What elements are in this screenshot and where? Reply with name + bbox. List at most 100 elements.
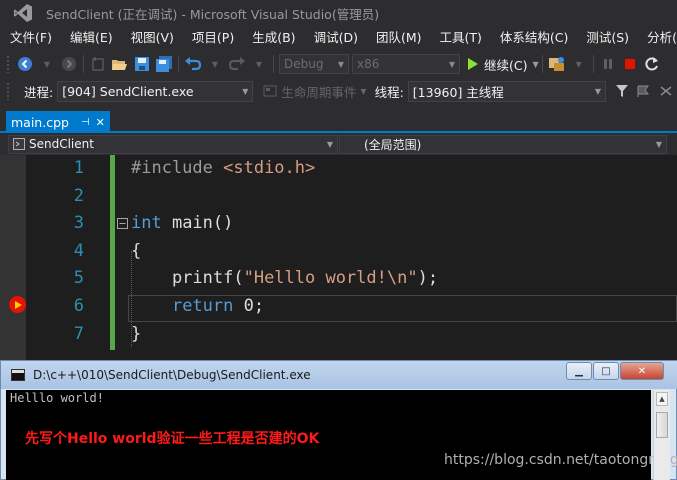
platform-value: x86 [357, 57, 380, 71]
pin-icon[interactable]: ⊣ [81, 117, 90, 128]
menu-analyze[interactable]: 分析(N) [638, 27, 677, 49]
scroll-up-icon[interactable]: ▲ [656, 392, 668, 406]
code-text: } [131, 323, 142, 344]
filter-icon[interactable] [612, 80, 632, 102]
dropdown-arrow-icon[interactable]: ▼ [569, 53, 589, 75]
chevron-down-icon: ▼ [655, 139, 662, 149]
chevron-down-icon: ▼ [337, 59, 344, 69]
line-number: 5 [73, 268, 84, 289]
maximize-button[interactable]: □ [593, 362, 619, 380]
chevron-down-icon: ▼ [532, 59, 539, 69]
code-text: int main() [131, 213, 234, 234]
console-output-area[interactable]: Helllo world! 先写个Hello world验证一些工程是否建的OK… [6, 390, 677, 480]
menu-debug[interactable]: 调试(D) [305, 27, 367, 49]
save-icon[interactable] [132, 53, 152, 75]
menu-edit[interactable]: 编辑(E) [61, 27, 122, 49]
dropdown-arrow-icon[interactable]: ▼ [205, 53, 225, 75]
document-tab-row: main.cpp ⊣ ✕ [0, 111, 677, 133]
code-line[interactable]: 3 int main() [0, 210, 677, 238]
play-icon [468, 58, 478, 70]
watermark-text: https://blog.csdn.net/taotongning [444, 452, 677, 468]
tab-filename: main.cpp [11, 114, 69, 130]
toolbar-grip[interactable] [6, 55, 10, 73]
configuration-value: Debug [284, 57, 324, 71]
stop-icon[interactable] [620, 53, 640, 75]
undo-icon[interactable] [183, 53, 203, 75]
member-value: (全局范围) [364, 137, 422, 152]
line-number: 2 [73, 185, 84, 206]
code-line[interactable]: 5 printf("Helllo world!\n"); [0, 265, 677, 293]
collapse-stack-icon[interactable] [656, 80, 676, 102]
code-text: printf("Helllo world!\n"); [131, 268, 439, 289]
console-window[interactable]: D:\c++\010\SendClient\Debug\SendClient.e… [0, 360, 677, 480]
menu-test[interactable]: 测试(S) [577, 27, 638, 49]
toolbar-separator [592, 55, 594, 73]
line-number: 7 [73, 323, 84, 344]
scroll-thumb[interactable] [656, 412, 668, 438]
console-title-bar[interactable]: D:\c++\010\SendClient\Debug\SendClient.e… [1, 361, 677, 389]
close-button[interactable]: ✕ [620, 362, 664, 380]
line-number: 1 [73, 158, 84, 178]
restart-icon[interactable] [642, 53, 662, 75]
code-line[interactable]: 7} [0, 321, 677, 349]
process-label: 进程: [23, 84, 54, 100]
open-file-icon[interactable] [110, 53, 130, 75]
menu-architecture[interactable]: 体系结构(C) [491, 27, 577, 49]
forward-icon[interactable] [59, 53, 79, 75]
chevron-down-icon: ▼ [242, 86, 249, 96]
menu-file[interactable]: 文件(F) [0, 27, 61, 49]
line-number: 3 [73, 213, 84, 234]
new-project-icon[interactable] [88, 53, 108, 75]
flag-threads-icon[interactable] [634, 80, 654, 102]
save-all-icon[interactable] [154, 53, 174, 75]
toolbar-separator [273, 55, 274, 73]
back-icon[interactable] [15, 53, 35, 75]
lifecycle-events-button[interactable]: 生命周期事件 ▼ [263, 82, 367, 101]
menu-view[interactable]: 视图(V) [122, 27, 183, 49]
chevron-down-icon: ▼ [594, 86, 601, 96]
code-text: return 0; [171, 296, 265, 316]
configuration-select[interactable]: Debug ▼ [279, 54, 349, 74]
title-bar: SendClient (正在调试) - Microsoft Visual Stu… [0, 0, 677, 26]
close-icon: ✕ [637, 365, 647, 377]
console-icon [11, 369, 25, 381]
code-line[interactable]: 1 #include <stdio.h> [0, 155, 677, 183]
project-icon [13, 138, 25, 150]
dropdown-arrow-icon[interactable]: ▼ [249, 53, 269, 75]
code-editor[interactable]: 1 #include <stdio.h> 2 3 int main() 4{5 print… [0, 155, 677, 360]
menu-project[interactable]: 项目(P) [183, 27, 243, 49]
code-line[interactable]: 6 return 0; [0, 293, 677, 321]
toolbar-separator [178, 55, 179, 73]
close-icon[interactable]: ✕ [96, 116, 105, 129]
redo-icon[interactable] [227, 53, 247, 75]
console-scrollbar[interactable]: ▲ [653, 390, 670, 480]
continue-label: 继续(C) [484, 57, 528, 73]
menu-tools[interactable]: 工具(T) [431, 27, 491, 49]
process-select[interactable]: [904] SendClient.exe ▼ [57, 80, 254, 102]
code-text: { [131, 240, 142, 261]
toolbar-grip[interactable] [6, 82, 10, 100]
pause-icon[interactable] [598, 53, 618, 75]
lifecycle-label: 生命周期事件 [281, 84, 357, 100]
debug-location-toolbar: 进程: [904] SendClient.exe ▼ 生命周期事件 ▼ 线程: … [0, 78, 677, 104]
code-line[interactable]: 4{ [0, 238, 677, 266]
thread-select[interactable]: [13960] 主线程 ▼ [407, 80, 606, 102]
dropdown-arrow-icon[interactable]: ▼ [37, 53, 57, 75]
attach-process-icon[interactable] [547, 53, 567, 75]
toolbar-separator [541, 55, 543, 73]
minimize-button[interactable]: ▁ [566, 362, 592, 380]
process-value: [904] SendClient.exe [62, 83, 194, 99]
thread-label: 线程: [374, 84, 404, 100]
member-select[interactable]: (全局范围) ▼ [339, 134, 667, 154]
tab-accent-line [0, 131, 677, 133]
scope-select[interactable]: SendClient ▼ [8, 134, 338, 154]
continue-button[interactable]: 继续(C) ▼ [468, 55, 539, 74]
menu-team[interactable]: 团队(M) [367, 27, 431, 49]
menu-build[interactable]: 生成(B) [243, 27, 304, 49]
tab-main-cpp[interactable]: main.cpp ⊣ ✕ [6, 111, 110, 133]
thread-value: [13960] 主线程 [412, 84, 504, 100]
code-line[interactable]: 2 [0, 183, 677, 211]
code-text: #include <stdio.h> [131, 158, 316, 178]
platform-select[interactable]: x86 ▼ [352, 54, 460, 74]
console-title: D:\c++\010\SendClient\Debug\SendClient.e… [33, 368, 311, 382]
